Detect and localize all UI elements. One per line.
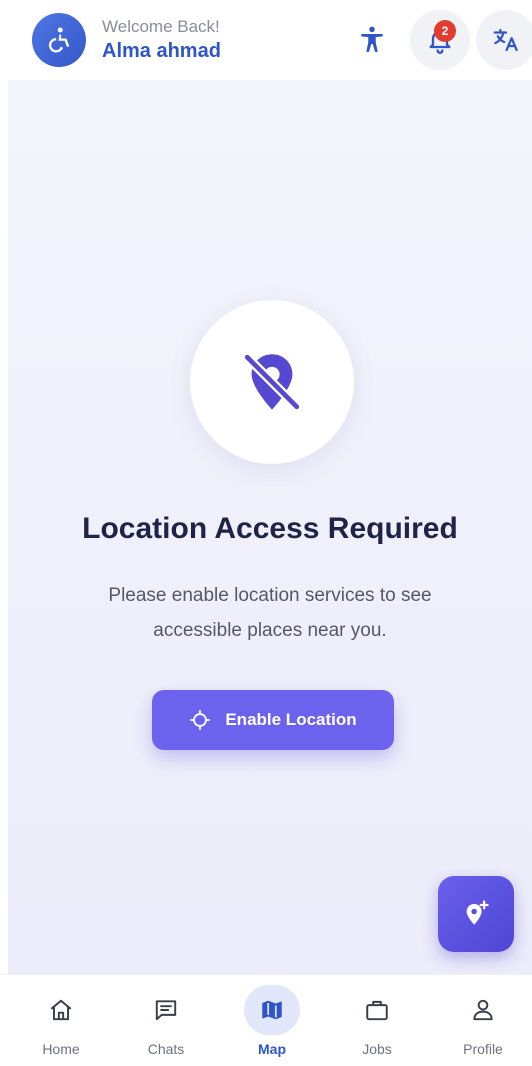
accessibility-button[interactable]	[342, 10, 402, 70]
briefcase-icon	[366, 1000, 388, 1021]
wheelchair-icon[interactable]	[32, 13, 86, 67]
nav-item-home[interactable]: Home	[16, 975, 106, 1066]
enable-location-button[interactable]: Enable Location	[152, 690, 394, 750]
welcome-block: Welcome Back! Alma ahmad	[102, 16, 221, 64]
translate-icon	[493, 28, 518, 52]
page-description: Please enable location services to see a…	[108, 585, 432, 641]
add-location-button[interactable]	[438, 876, 514, 952]
nav-item-profile[interactable]: Profile	[438, 975, 528, 1066]
accessibility-icon	[361, 26, 383, 52]
nav-label-map: Map	[258, 1041, 286, 1057]
notifications-button[interactable]: 2	[410, 10, 470, 70]
nav-item-jobs[interactable]: Jobs	[332, 975, 422, 1066]
nav-item-chats[interactable]: Chats	[121, 975, 211, 1066]
location-status-circle	[190, 300, 354, 464]
add-location-icon	[466, 900, 489, 925]
nav-label-profile: Profile	[463, 1041, 503, 1057]
nav-label-home: Home	[42, 1041, 80, 1057]
welcome-text: Welcome Back!	[102, 17, 220, 36]
notification-badge: 2	[434, 20, 456, 42]
home-icon	[50, 999, 72, 1021]
page-title: Location Access Required	[82, 512, 458, 545]
map-icon	[262, 1000, 282, 1020]
nav-label-chats: Chats	[147, 1041, 185, 1057]
app-header: Welcome Back! Alma ahmad 2	[0, 0, 532, 80]
nav-label-jobs: Jobs	[362, 1041, 392, 1057]
bottom-nav: Home Chats Map Jobs Profile	[0, 974, 532, 1066]
crosshair-icon	[189, 709, 211, 731]
person-icon	[473, 999, 493, 1021]
location-off-icon	[242, 352, 302, 412]
language-button[interactable]	[476, 10, 532, 70]
enable-location-label: Enable Location	[225, 710, 357, 729]
map-area: Location Access Required Please enable l…	[8, 80, 532, 974]
chat-icon	[155, 1000, 177, 1021]
user-name: Alma ahmad	[102, 40, 221, 62]
nav-item-map[interactable]: Map	[227, 975, 317, 1066]
header-actions: 2	[342, 10, 532, 70]
